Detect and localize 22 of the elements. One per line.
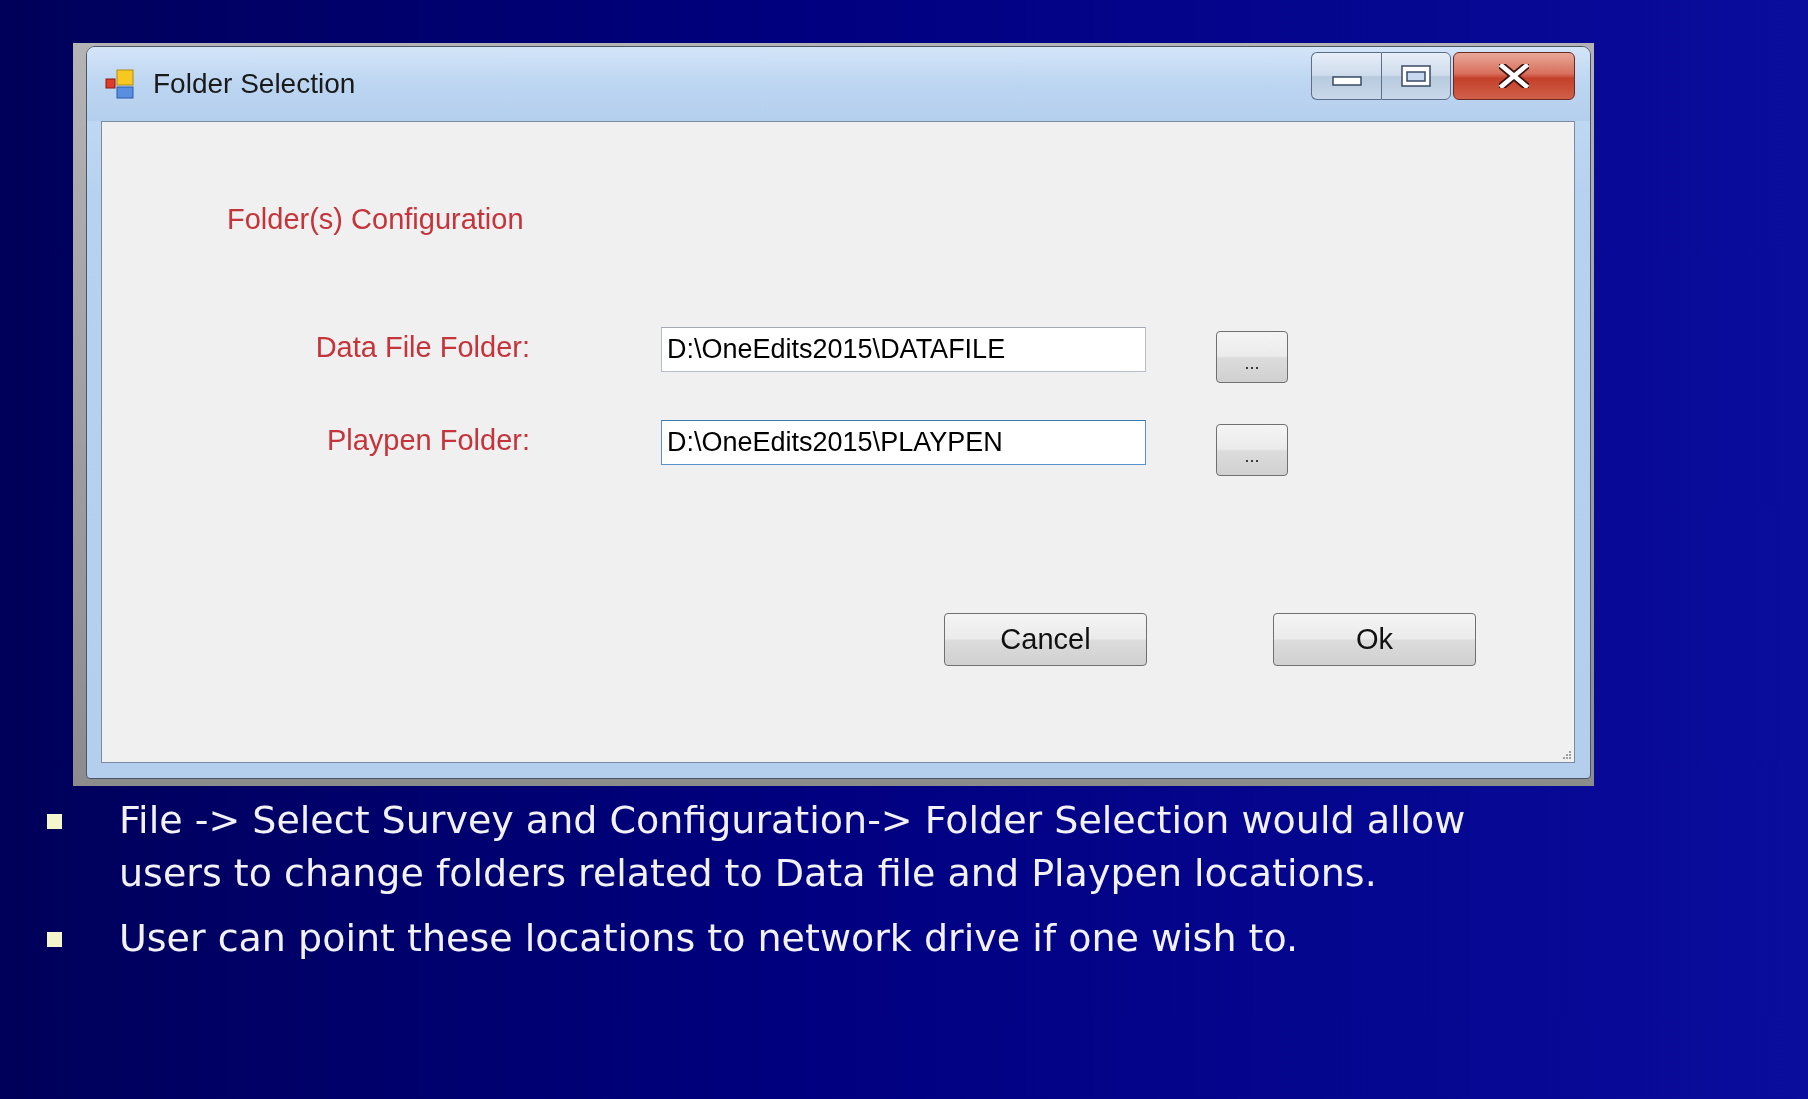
section-heading: Folder(s) Configuration — [227, 202, 524, 236]
field-label: Data File Folder: — [314, 330, 530, 365]
folder-path-field[interactable]: D:\OneEdits2015\PLAYPEN — [661, 420, 1146, 465]
minimize-icon — [1331, 76, 1362, 86]
bullet-text: User can point these locations to network drive if one wish to. — [119, 915, 1300, 962]
maximize-button[interactable] — [1381, 52, 1451, 100]
close-button[interactable] — [1453, 52, 1575, 100]
app-icon — [105, 69, 135, 99]
dialog-button[interactable]: Ok — [1273, 613, 1476, 666]
close-icon — [1499, 64, 1529, 88]
bullet-text: File -> Select Survey and Configuration-> Folder Selection would allow users to change folders related to Data file and Playpen locations. — [119, 797, 1467, 897]
square-bullet-icon — [47, 814, 62, 829]
minimize-button[interactable] — [1311, 52, 1381, 100]
square-bullet-icon — [47, 932, 62, 947]
dialog-button[interactable]: Cancel — [944, 613, 1147, 666]
browse-button[interactable]: ... — [1216, 424, 1288, 476]
resize-grip-icon — [1563, 751, 1571, 759]
maximize-icon — [1401, 65, 1431, 87]
window-title: Folder Selection — [153, 68, 356, 100]
folder-path-field[interactable]: D:\OneEdits2015\DATAFILE — [661, 327, 1146, 372]
field-label: Playpen Folder: — [325, 423, 530, 458]
browse-button[interactable]: ... — [1216, 331, 1288, 383]
